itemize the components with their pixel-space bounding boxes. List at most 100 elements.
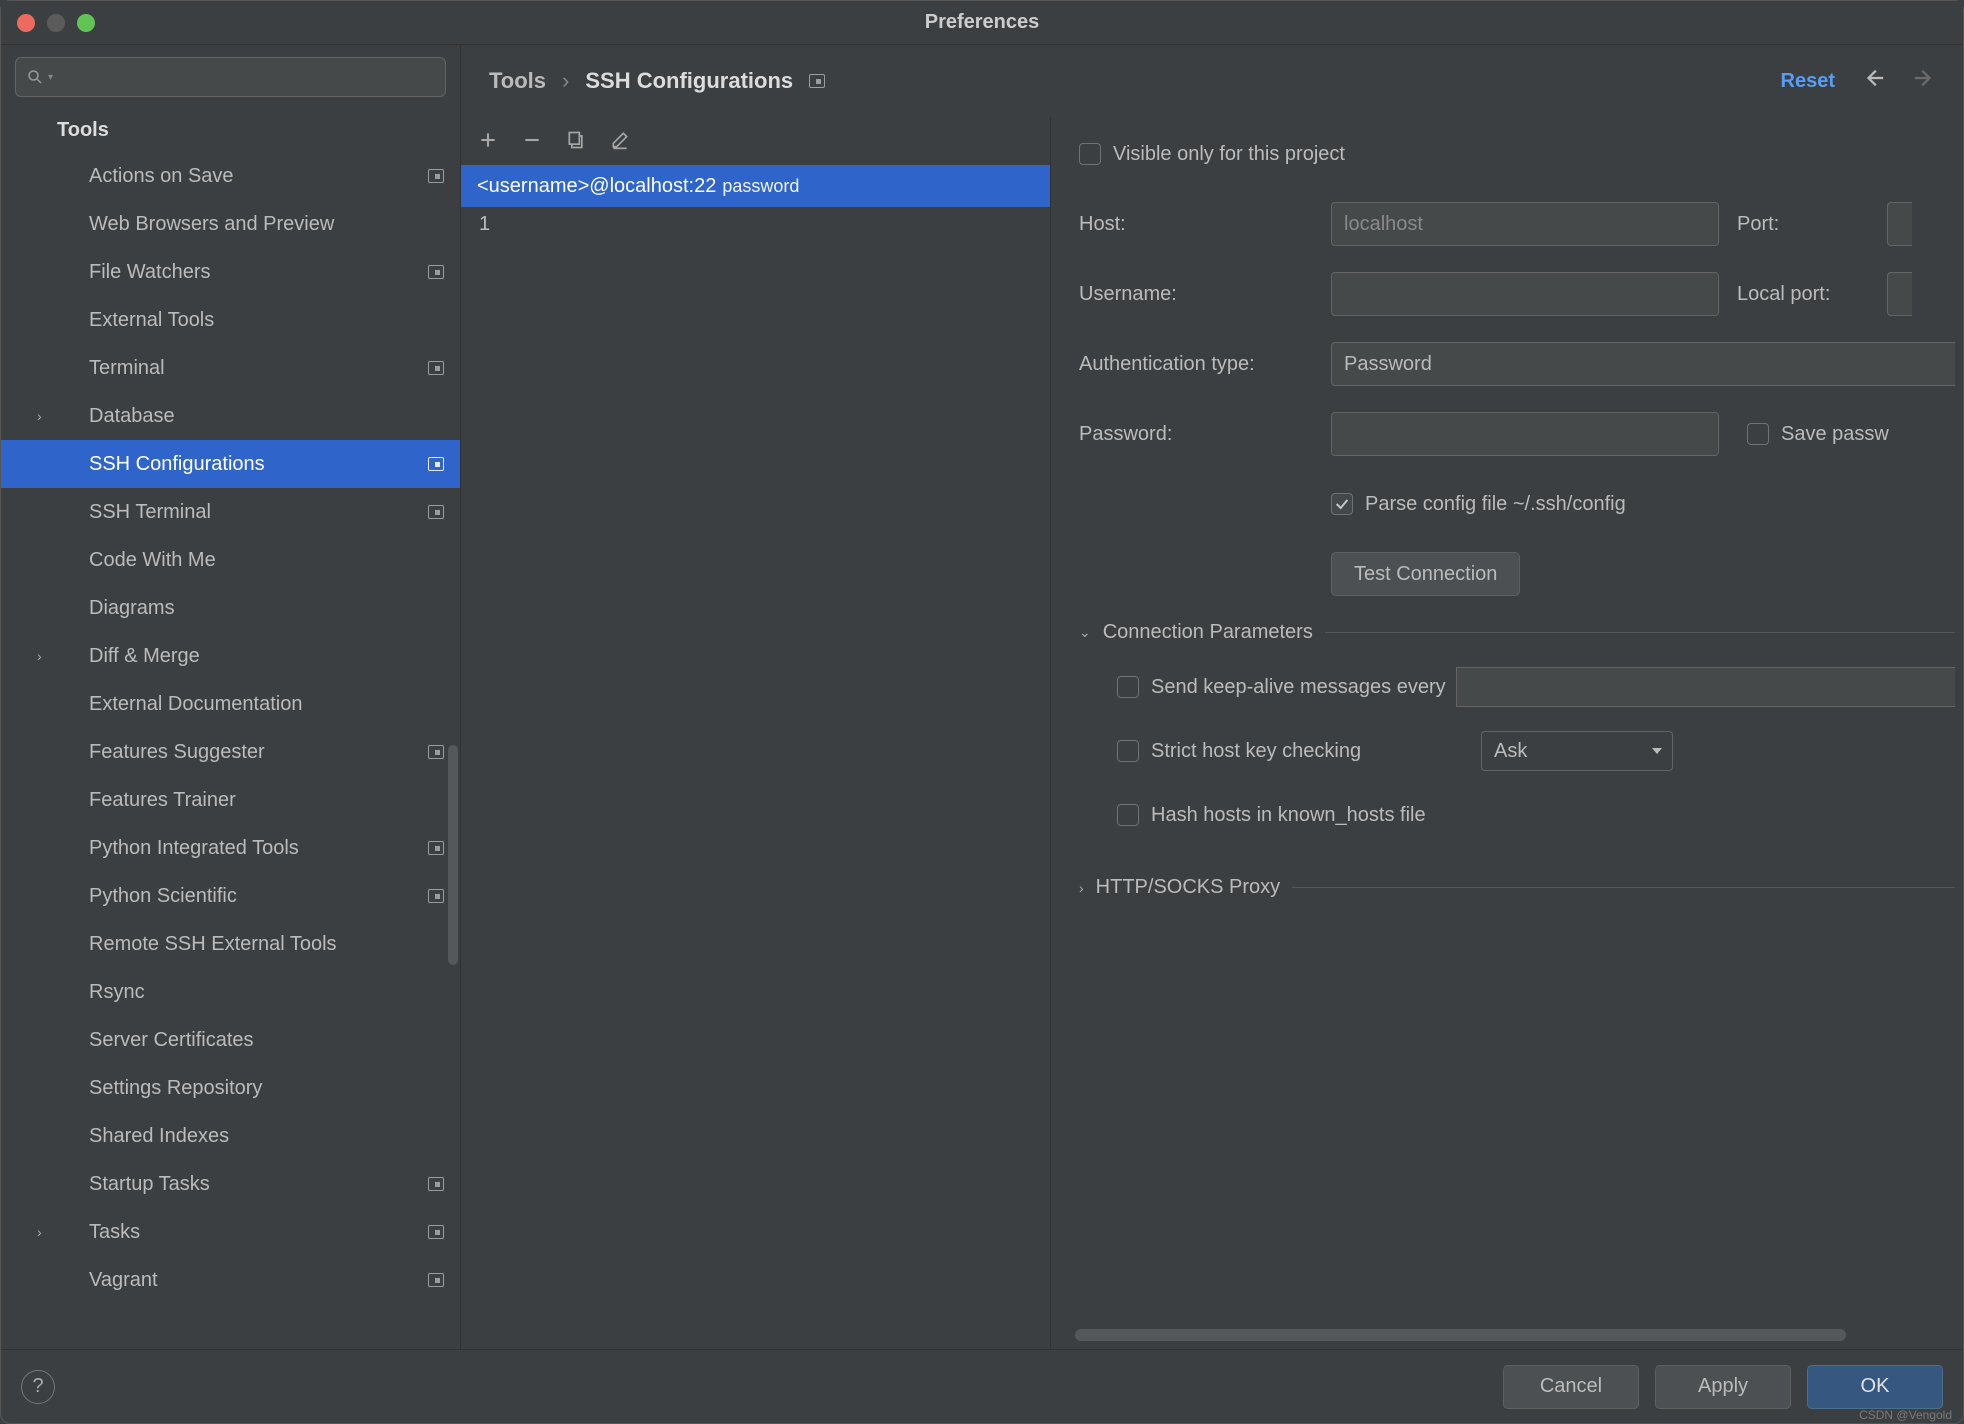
sidebar-item-label: SSH Configurations [61,453,420,476]
horizontal-scrollbar[interactable] [1075,1329,1951,1341]
keepalive-label: Send keep-alive messages every [1151,676,1446,699]
save-password-label: Save passw [1781,423,1889,446]
sidebar-item-label: Rsync [61,981,444,1004]
sidebar-item-features-suggester[interactable]: Features Suggester [1,728,460,776]
sidebar-item-diff-merge[interactable]: ›Diff & Merge [1,632,460,680]
sidebar-item-external-tools[interactable]: External Tools [1,296,460,344]
sidebar-item-file-watchers[interactable]: File Watchers [1,248,460,296]
sidebar-item-web-browsers-and-preview[interactable]: Web Browsers and Preview [1,200,460,248]
section-proxy[interactable]: › HTTP/SOCKS Proxy [1079,876,1955,899]
sidebar-item-code-with-me[interactable]: Code With Me [1,536,460,584]
sidebar-item-label: SSH Terminal [61,501,420,524]
sidebar-item-features-trainer[interactable]: Features Trainer [1,776,460,824]
sidebar-item-python-scientific[interactable]: Python Scientific [1,872,460,920]
sidebar-item-ssh-configurations[interactable]: SSH Configurations [1,440,460,488]
sidebar-item-actions-on-save[interactable]: Actions on Save [1,152,460,200]
sidebar-item-label: Actions on Save [61,165,420,188]
config-list-item[interactable]: <username>@localhost:22password [461,165,1050,207]
auth-type-select[interactable] [1331,342,1955,386]
chevron-right-icon: › [562,68,569,94]
password-field[interactable] [1331,412,1719,456]
nav-back-button[interactable] [1863,67,1885,95]
nav-forward-button [1913,67,1935,95]
sidebar-item-label: Terminal [61,357,420,380]
breadcrumb: Tools › SSH Configurations Reset [461,45,1963,117]
sidebar-item-settings-repository[interactable]: Settings Repository [1,1064,460,1112]
settings-tree[interactable]: Tools Actions on SaveWeb Browsers and Pr… [1,109,460,1349]
chevron-right-icon: › [1079,880,1084,896]
sidebar-item-database[interactable]: ›Database [1,392,460,440]
add-icon[interactable] [477,129,499,151]
window-title: Preferences [1,11,1963,34]
sidebar-item-ssh-terminal[interactable]: SSH Terminal [1,488,460,536]
test-connection-button[interactable]: Test Connection [1331,552,1520,596]
host-field[interactable] [1331,202,1719,246]
sidebar-item-label: Server Certificates [61,1029,444,1052]
hash-hosts-label: Hash hosts in known_hosts file [1151,804,1426,827]
keepalive-checkbox[interactable] [1117,676,1139,698]
sidebar-item-server-certificates[interactable]: Server Certificates [1,1016,460,1064]
search-icon [26,68,44,86]
sidebar-item-python-integrated-tools[interactable]: Python Integrated Tools [1,824,460,872]
chevron-right-icon: › [37,648,61,664]
section-connection-params[interactable]: ⌄ Connection Parameters [1079,621,1955,644]
sidebar-item-diagrams[interactable]: Diagrams [1,584,460,632]
port-label: Port: [1737,213,1887,236]
username-label: Username: [1079,283,1331,306]
help-button[interactable]: ? [21,1370,55,1404]
edit-icon[interactable] [609,129,631,151]
strict-label: Strict host key checking [1151,740,1481,763]
parse-config-checkbox[interactable] [1331,493,1353,515]
sidebar: ▾ Tools Actions on SaveWeb Browsers and … [1,45,461,1349]
apply-button[interactable]: Apply [1655,1365,1791,1409]
project-scope-icon [809,74,825,88]
breadcrumb-root[interactable]: Tools [489,68,546,94]
sidebar-item-label: Database [61,405,444,428]
reset-link[interactable]: Reset [1781,70,1835,93]
list-item-title: <username>@localhost:22 [477,175,716,198]
ok-button[interactable]: OK [1807,1365,1943,1409]
sidebar-item-label: Tasks [61,1221,420,1244]
sidebar-item-startup-tasks[interactable]: Startup Tasks [1,1160,460,1208]
sidebar-item-remote-ssh-external-tools[interactable]: Remote SSH External Tools [1,920,460,968]
visible-only-checkbox[interactable] [1079,143,1101,165]
sidebar-item-shared-indexes[interactable]: Shared Indexes [1,1112,460,1160]
sidebar-item-external-documentation[interactable]: External Documentation [1,680,460,728]
project-scope-icon [428,1273,444,1287]
sidebar-item-vagrant[interactable]: Vagrant [1,1256,460,1304]
remove-icon[interactable] [521,129,543,151]
username-field[interactable] [1331,272,1719,316]
sidebar-item-label: Code With Me [61,549,444,572]
sidebar-item-rsync[interactable]: Rsync [1,968,460,1016]
sidebar-item-label: Shared Indexes [61,1125,444,1148]
save-password-checkbox[interactable] [1747,423,1769,445]
sidebar-item-tasks[interactable]: ›Tasks [1,1208,460,1256]
project-scope-icon [428,457,444,471]
project-scope-icon [428,265,444,279]
search-input[interactable]: ▾ [15,57,446,97]
dialog-footer: ? Cancel Apply OK [1,1349,1963,1423]
project-scope-icon [428,1225,444,1239]
config-form: Visible only for this project Host: Port… [1051,117,1963,1349]
project-scope-icon [428,361,444,375]
cancel-button[interactable]: Cancel [1503,1365,1639,1409]
list-toolbar [461,129,1050,165]
hash-hosts-checkbox[interactable] [1117,804,1139,826]
sidebar-item-label: External Documentation [61,693,444,716]
localport-field[interactable] [1887,272,1912,316]
sidebar-item-label: Features Trainer [61,789,444,812]
parse-config-label: Parse config file ~/.ssh/config [1365,493,1626,516]
keepalive-field[interactable] [1456,667,1955,707]
strict-select[interactable]: Ask [1481,731,1673,771]
section-label: Connection Parameters [1103,621,1313,644]
config-list-panel: <username>@localhost:22password 1 [461,117,1051,1349]
sidebar-scrollbar[interactable] [448,745,458,965]
sidebar-item-terminal[interactable]: Terminal [1,344,460,392]
password-label: Password: [1079,423,1331,446]
search-dropdown-icon: ▾ [48,72,53,83]
copy-icon[interactable] [565,129,587,151]
port-field[interactable] [1887,202,1912,246]
chevron-down-icon: ⌄ [1079,624,1091,641]
sidebar-item-label: Python Integrated Tools [61,837,420,860]
strict-checkbox[interactable] [1117,740,1139,762]
